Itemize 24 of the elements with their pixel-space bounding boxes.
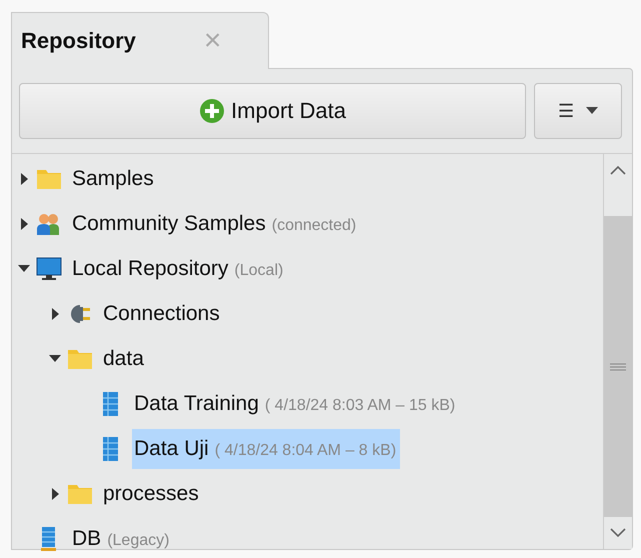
caret-icon [586,107,598,115]
expand-arrow-icon[interactable] [50,306,60,320]
menu-button[interactable]: ☰ [534,83,622,139]
repository-tab[interactable]: Repository × [11,12,269,69]
tree-item[interactable]: Data Training ( 4/18/24 8:03 AM – 15 kB) [132,384,460,424]
scroll-up-icon[interactable] [609,164,627,176]
tree-item[interactable]: Data Uji ( 4/18/24 8:04 AM – 8 kB) [132,428,400,468]
scrollbar[interactable] [603,154,632,549]
expand-arrow-icon[interactable] [19,172,29,186]
scroll-down-icon[interactable] [609,527,627,539]
expand-arrow-icon[interactable] [50,486,60,500]
tree-item[interactable]: Samples [70,158,158,198]
tree-item[interactable]: Local Repository (Local) [70,248,288,288]
grip-icon [610,362,626,370]
tree-item[interactable]: Connections [101,294,224,334]
add-icon [199,98,226,124]
monitor-icon [36,256,62,282]
import-data-button[interactable]: Import Data [19,83,526,139]
expand-arrow-icon[interactable] [19,216,29,230]
tree-item[interactable]: Community Samples (connected) [70,204,360,244]
tree-item[interactable]: data [101,338,148,378]
tree-item[interactable]: DB (Legacy) [70,518,174,558]
tree-item[interactable]: processes [101,474,203,514]
scrollbar-thumb[interactable] [604,216,632,517]
